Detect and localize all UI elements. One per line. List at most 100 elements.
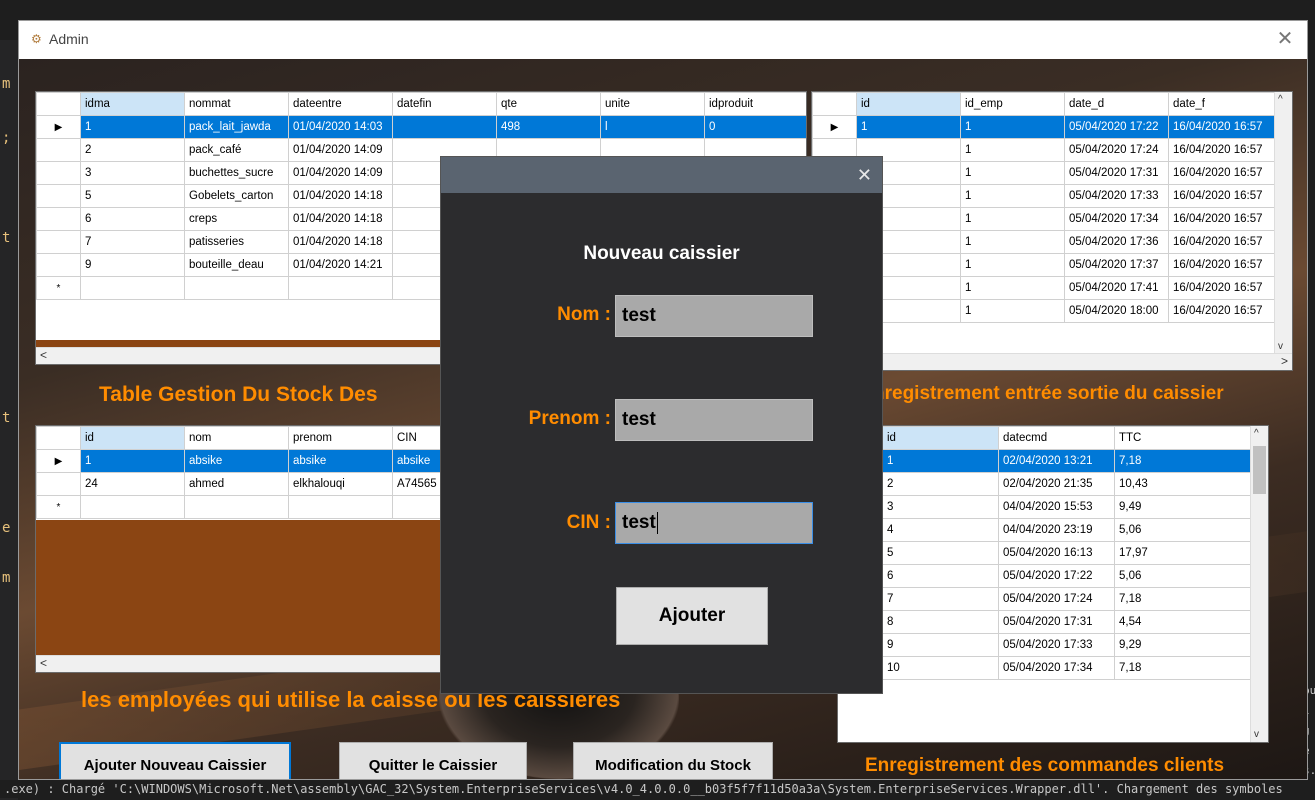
column-header[interactable]: nommat [184,92,289,116]
table-cell[interactable]: 498 [496,115,601,139]
column-header[interactable]: idproduit [704,92,806,116]
close-icon[interactable]: ✕ [1273,27,1297,51]
column-header[interactable]: id [882,426,999,450]
column-header[interactable]: datefin [392,92,497,116]
scroll-left-icon[interactable]: < [40,348,47,362]
table-cell[interactable]: 1 [960,207,1065,231]
scroll-up-icon[interactable]: ^ [1278,94,1283,105]
table-cell[interactable]: 05/04/2020 17:37 [1064,253,1169,277]
scroll-left-icon[interactable]: < [40,656,47,670]
table-row[interactable]: ▶102/04/2020 13:217,18 [838,449,1251,473]
table-row[interactable]: 3 04/04/2020 15:53 9,49 [838,495,1251,519]
table-cell[interactable]: 3 [80,161,185,185]
table-cell[interactable]: 16/04/2020 16:57 [1168,276,1275,300]
table-row[interactable]: 8 05/04/2020 17:31 4,54 [838,610,1251,634]
table-cell[interactable]: 05/04/2020 17:34 [998,656,1115,680]
table-cell[interactable]: 0 [704,115,806,139]
row-header[interactable]: ▶ [812,115,857,139]
table-cell[interactable]: 02/04/2020 21:35 [998,472,1115,496]
dialog-title-bar[interactable] [441,157,882,193]
dialog-close-icon[interactable]: ✕ [857,163,872,187]
table-cell[interactable]: 9,49 [1114,495,1251,519]
row-header[interactable] [36,161,81,185]
table-cell[interactable]: patisseries [184,230,289,254]
table-cell[interactable]: 16/04/2020 16:57 [1168,138,1275,162]
table-cell[interactable]: 9,29 [1114,633,1251,657]
table-cell[interactable]: 16/04/2020 16:57 [1168,161,1275,185]
scroll-thumb[interactable] [1253,446,1266,494]
table-cell[interactable]: elkhalouqi [288,472,393,496]
table-cell[interactable]: 4,54 [1114,610,1251,634]
table-cell[interactable]: 17,97 [1114,541,1251,565]
row-header[interactable] [36,472,81,496]
table-cell[interactable] [288,276,393,300]
table-cell[interactable]: l [600,115,705,139]
table-cell[interactable]: 16/04/2020 16:57 [1168,253,1275,277]
table-cell[interactable]: 05/04/2020 17:31 [998,610,1115,634]
table-cell[interactable]: 01/04/2020 14:21 [288,253,393,277]
table-cell[interactable]: 16/04/2020 16:57 [1168,299,1275,323]
column-header[interactable]: nom [184,426,289,450]
table-cell[interactable]: buchettes_sucre [184,161,289,185]
table-cell[interactable]: 16/04/2020 16:57 [1168,207,1275,231]
cin-field[interactable]: test [615,502,813,544]
column-header[interactable]: TTC [1114,426,1251,450]
table-cell[interactable]: 10 [882,656,999,680]
table-cell[interactable] [392,115,497,139]
table-cell[interactable]: 05/04/2020 17:24 [998,587,1115,611]
vertical-scrollbar[interactable]: ^ v [1250,426,1268,742]
table-cell[interactable]: absike [288,449,393,473]
table-cell[interactable]: 04/04/2020 15:53 [998,495,1115,519]
table-cell[interactable]: absike [184,449,289,473]
table-cell[interactable]: 16/04/2020 16:57 [1168,115,1275,139]
column-header[interactable]: id [80,426,185,450]
table-cell[interactable]: 5,06 [1114,518,1251,542]
session-grid[interactable]: id id_emp date_d date_f ▶ 1 1 05/04/2020 17:22… [811,91,1293,371]
table-cell[interactable]: 7,18 [1114,449,1251,473]
table-cell[interactable]: 24 [80,472,185,496]
table-row[interactable]: ▶ 1 pack_lait_jawda 01/04/2020 14:03 498 l 0 [36,115,806,139]
column-header[interactable]: dateentre [288,92,393,116]
table-cell[interactable]: 10,43 [1114,472,1251,496]
table-cell[interactable]: 8 [882,610,999,634]
table-cell[interactable]: 7 [882,587,999,611]
table-cell[interactable]: 7,18 [1114,587,1251,611]
table-cell[interactable]: 6 [882,564,999,588]
table-cell[interactable] [80,495,185,519]
table-cell[interactable]: pack_lait_jawda [184,115,289,139]
horizontal-scrollbar[interactable]: > [812,353,1292,370]
orders-grid[interactable]: iddatecmdTTC ▶102/04/2020 13:217,18202/0… [837,425,1269,743]
table-cell[interactable]: Gobelets_carton [184,184,289,208]
table-cell[interactable]: 05/04/2020 17:22 [1064,115,1169,139]
table-cell[interactable]: 05/04/2020 17:24 [1064,138,1169,162]
table-cell[interactable]: 05/04/2020 17:33 [998,633,1115,657]
table-cell[interactable]: 05/04/2020 17:34 [1064,207,1169,231]
table-cell[interactable]: 4 [882,518,999,542]
table-cell[interactable]: 01/04/2020 14:18 [288,230,393,254]
table-cell[interactable]: creps [184,207,289,231]
table-row[interactable]: 7 05/04/2020 17:24 7,18 [838,587,1251,611]
table-cell[interactable] [184,495,289,519]
table-row[interactable]: 2 02/04/2020 21:35 10,43 [838,472,1251,496]
column-header[interactable]: unite [600,92,705,116]
table-cell[interactable]: bouteille_deau [184,253,289,277]
table-cell[interactable]: 04/04/2020 23:19 [998,518,1115,542]
scroll-up-icon[interactable]: ^ [1254,428,1259,439]
table-cell[interactable] [80,276,185,300]
table-cell[interactable] [184,276,289,300]
table-cell[interactable]: 6 [80,207,185,231]
table-cell[interactable]: 02/04/2020 13:21 [998,449,1115,473]
table-cell[interactable]: 1 [960,276,1065,300]
table-cell[interactable]: 1 [960,253,1065,277]
table-cell[interactable]: 1 [960,230,1065,254]
table-row[interactable]: 9 05/04/2020 17:33 9,29 [838,633,1251,657]
scroll-down-icon[interactable]: v [1254,729,1259,740]
column-header[interactable]: date_d [1064,92,1169,116]
table-cell[interactable] [288,495,393,519]
table-cell[interactable]: 9 [882,633,999,657]
table-cell[interactable]: 1 [960,161,1065,185]
table-cell[interactable]: 16/04/2020 16:57 [1168,184,1275,208]
column-header[interactable]: datecmd [998,426,1115,450]
scroll-down-icon[interactable]: v [1278,341,1283,352]
table-cell[interactable]: 05/04/2020 17:41 [1064,276,1169,300]
